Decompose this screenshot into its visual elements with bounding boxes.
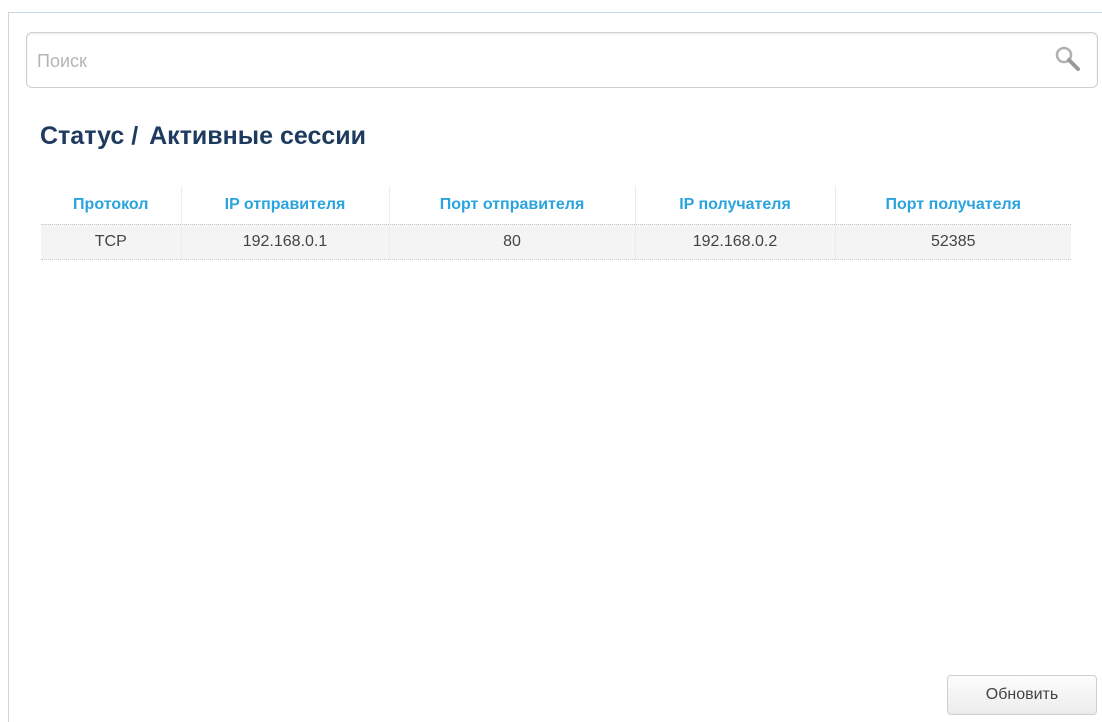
page-title: Статус / Активные сессии bbox=[40, 122, 366, 151]
search-input[interactable] bbox=[37, 41, 1017, 81]
column-header-source-port: Порт отправителя bbox=[388, 186, 635, 225]
column-header-destination-port: Порт получателя bbox=[834, 186, 1071, 225]
cell-destination-ip: 192.168.0.2 bbox=[634, 224, 835, 260]
cell-destination-port: 52385 bbox=[834, 224, 1071, 260]
cell-protocol: TCP bbox=[41, 224, 181, 260]
search-box[interactable] bbox=[26, 32, 1098, 88]
column-header-protocol: Протокол bbox=[41, 186, 181, 225]
breadcrumb-page: Активные сессии bbox=[149, 122, 366, 150]
refresh-button[interactable]: Обновить bbox=[947, 675, 1097, 715]
cell-source-port: 80 bbox=[388, 224, 635, 260]
content-panel bbox=[8, 12, 1102, 722]
breadcrumb-separator: / bbox=[131, 122, 139, 150]
search-icon[interactable] bbox=[1053, 45, 1083, 75]
column-header-source-ip: IP отправителя bbox=[180, 186, 389, 225]
cell-source-ip: 192.168.0.1 bbox=[180, 224, 389, 260]
sessions-table: Протокол IP отправителя Порт отправителя… bbox=[41, 186, 1071, 260]
table-header-row: Протокол IP отправителя Порт отправителя… bbox=[41, 186, 1071, 225]
table-row: TCP 192.168.0.1 80 192.168.0.2 52385 bbox=[41, 224, 1071, 260]
breadcrumb-section[interactable]: Статус bbox=[40, 122, 124, 150]
column-header-destination-ip: IP получателя bbox=[634, 186, 835, 225]
